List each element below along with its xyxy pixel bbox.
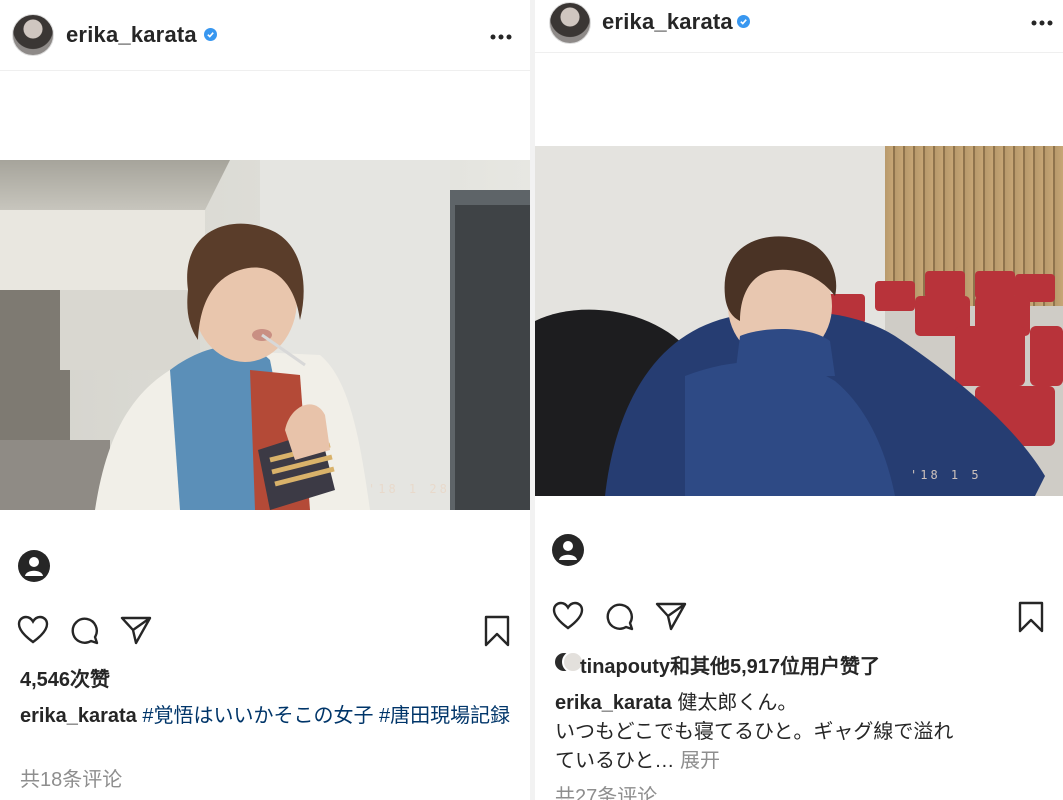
action-row	[535, 599, 1063, 633]
share-icon[interactable]	[655, 601, 687, 636]
caption-text: 健太郎くん。	[677, 692, 798, 714]
avatar[interactable]	[12, 14, 54, 56]
heart-icon[interactable]	[17, 615, 49, 650]
heart-icon[interactable]	[552, 601, 584, 636]
expand-caption-link[interactable]: 展开	[680, 750, 720, 772]
avatar[interactable]	[549, 2, 591, 44]
caption-username[interactable]: erika_karata	[20, 705, 137, 727]
instagram-post-right: erika_karata '18 1 5 tinapouty和其他5,917位用…	[535, 0, 1063, 800]
caption-username[interactable]: erika_karata	[555, 692, 672, 714]
post-caption: erika_karata #覚悟はいいかそこの女子 #唐田現場記録	[20, 702, 520, 731]
post-header: erika_karata	[0, 0, 530, 71]
action-row	[0, 613, 530, 647]
comment-icon[interactable]	[605, 601, 635, 636]
likes-count[interactable]: 4,546次赞	[20, 663, 110, 692]
verified-badge-icon	[737, 15, 750, 28]
username[interactable]: erika_karata	[602, 9, 733, 35]
caption-text: いつもどこでも寝てるひと。ギャグ線で溢れ	[555, 721, 954, 743]
hashtag-link[interactable]: #唐田現場記録	[379, 705, 510, 727]
hashtag-link[interactable]: #覚悟はいいかそこの女子	[142, 705, 373, 727]
share-icon[interactable]	[120, 615, 152, 650]
instagram-post-left: erika_karata '18 1 28 4,546次赞 erika_kara…	[0, 0, 530, 800]
liked-by-text[interactable]: tinapouty和其他5,917位用户赞了	[580, 650, 880, 679]
tag-user-icon[interactable]	[552, 534, 584, 566]
post-header: erika_karata	[535, 0, 1063, 53]
view-comments-link[interactable]: 共18条评论	[20, 763, 122, 792]
photo-date-stamp: '18 1 5	[910, 468, 982, 482]
photo-date-stamp: '18 1 28	[368, 482, 450, 496]
bookmark-icon[interactable]	[1017, 601, 1045, 638]
caption-text: ているひと…	[555, 750, 675, 772]
liked-by-avatars	[553, 649, 584, 673]
more-options-icon[interactable]	[1031, 6, 1053, 32]
post-photo[interactable]: '18 1 5	[535, 146, 1063, 496]
comment-icon[interactable]	[70, 615, 100, 650]
post-photo[interactable]: '18 1 28	[0, 160, 530, 510]
view-comments-link[interactable]: 共27条评论	[555, 780, 657, 800]
username[interactable]: erika_karata	[66, 22, 197, 48]
tag-user-icon[interactable]	[18, 550, 50, 582]
more-options-icon[interactable]	[490, 20, 512, 46]
post-caption: erika_karata 健太郎くん。 いつもどこでも寝てるひと。ギャグ線で溢れ…	[555, 689, 1055, 776]
bookmark-icon[interactable]	[483, 615, 511, 652]
verified-badge-icon	[204, 28, 217, 41]
